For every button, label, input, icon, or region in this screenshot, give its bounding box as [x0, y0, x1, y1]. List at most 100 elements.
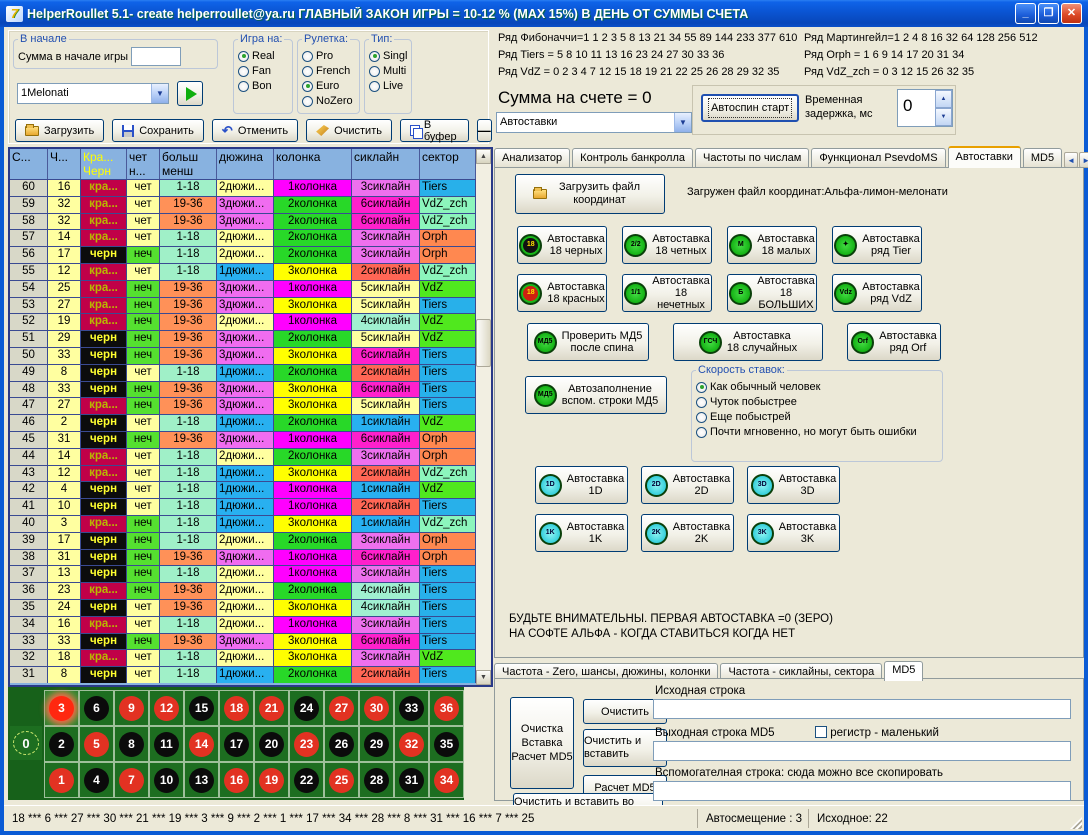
bet-button-3D[interactable]: 3DАвтоставка3D [747, 466, 840, 504]
roulette-cell-29[interactable]: 29 [360, 727, 393, 761]
table-row[interactable]: 5327кра...неч19-363дюжи...3колонка5сикла… [10, 297, 476, 314]
roulette-cell-32[interactable]: 32 [395, 727, 428, 761]
roulette-cell-4[interactable]: 4 [80, 763, 113, 797]
main-tab-Частоты по числам[interactable]: Частоты по числам [695, 148, 809, 168]
roulette-cell-15[interactable]: 15 [185, 691, 218, 725]
load-coords-button[interactable]: Загрузить файл координат [515, 174, 665, 214]
table-row[interactable]: 5617черннеч1-182дюжи...2колонка3сиклайнO… [10, 246, 476, 263]
roulette-cell-24[interactable]: 24 [290, 691, 323, 725]
table-row[interactable]: 6016кра...чет1-182дюжи...1колонка3сиклай… [10, 179, 476, 196]
table-row[interactable]: 3218кра...чет1-182дюжи...3колонка3сиклай… [10, 649, 476, 666]
roulette-cell-3[interactable]: 3 [45, 691, 78, 725]
bet-button-2D[interactable]: 2DАвтоставка2D [641, 466, 734, 504]
radio-group-0-option-Bon[interactable]: Bon [238, 80, 288, 92]
Сохранить-button[interactable]: Сохранить [112, 119, 204, 142]
roulette-cell-35[interactable]: 35 [430, 727, 463, 761]
column-header[interactable]: большменш [160, 149, 217, 179]
radio-group-1-option-Pro[interactable]: Pro [302, 50, 355, 62]
column-header[interactable]: колонка [274, 149, 352, 179]
radio-icon[interactable] [302, 66, 313, 77]
radio-group-1-option-French[interactable]: French [302, 65, 355, 77]
bet-button-вспом-строки-МД5[interactable]: МД5Автозаполнениевспом. строки МД5 [525, 376, 667, 414]
column-header[interactable]: сиклайн [352, 149, 420, 179]
bet-button-2K[interactable]: 2KАвтоставка2K [641, 514, 734, 552]
roulette-cell-34[interactable]: 34 [430, 763, 463, 797]
bottom-tab-MD5[interactable]: MD5 [884, 661, 923, 681]
bets-combo[interactable]: Автоставки ▼ [496, 112, 692, 133]
aux-string-input[interactable] [653, 781, 1071, 801]
roulette-cell-18[interactable]: 18 [220, 691, 253, 725]
table-row[interactable]: 3917черннеч1-182дюжи...2колонка3сиклайнO… [10, 532, 476, 549]
table-row[interactable]: 3831черннеч19-363дюжи...1колонка6сиклайн… [10, 549, 476, 566]
table-row[interactable]: 5129черннеч19-363дюжи...2колонка5сиклайн… [10, 330, 476, 347]
table-row[interactable]: 3333черннеч19-363дюжи...3колонка6сиклайн… [10, 633, 476, 650]
table-row[interactable]: 5832кра...чет19-363дюжи...2колонка6сикла… [10, 213, 476, 230]
column-header[interactable]: четн... [127, 149, 160, 179]
bet-button-ряд-VdZ[interactable]: VdzАвтоставкаряд VdZ [832, 274, 922, 312]
table-row[interactable]: 3524чернчет19-362дюжи...3колонка4сиклайн… [10, 599, 476, 616]
radio-icon[interactable] [238, 66, 249, 77]
table-row[interactable]: 498чернчет1-181дюжи...2колонка2сиклайнTi… [10, 364, 476, 381]
radio-icon[interactable] [369, 66, 380, 77]
tab-scroll-left-icon[interactable]: ◄ [1064, 152, 1078, 168]
radio-icon[interactable] [369, 51, 380, 62]
main-tab-Анализатор[interactable]: Анализатор [494, 148, 570, 168]
resize-grip[interactable] [1070, 817, 1082, 829]
radio-group-0-option-Real[interactable]: Real [238, 50, 288, 62]
case-checkbox[interactable] [815, 726, 827, 738]
radio-icon[interactable] [238, 81, 249, 92]
roulette-cell-28[interactable]: 28 [360, 763, 393, 797]
roulette-cell-33[interactable]: 33 [395, 691, 428, 725]
bet-button-1D[interactable]: 1DАвтоставка1D [535, 466, 628, 504]
delay-spinner[interactable]: 0 ▲ ▼ [897, 89, 953, 127]
bet-button-1K[interactable]: 1KАвтоставка1K [535, 514, 628, 552]
roulette-cell-20[interactable]: 20 [255, 727, 288, 761]
bet-button-3K[interactable]: 3KАвтоставка3K [747, 514, 840, 552]
main-tab-Функционал PsevdoMS[interactable]: Функционал PsevdoMS [811, 148, 945, 168]
minus-button[interactable]: — [477, 119, 492, 142]
play-button[interactable] [177, 81, 203, 106]
radio-icon[interactable] [238, 51, 249, 62]
start-sum-input[interactable] [131, 47, 181, 66]
roulette-cell-23[interactable]: 23 [290, 727, 323, 761]
chevron-down-icon[interactable]: ▼ [674, 113, 691, 132]
roulette-cell-11[interactable]: 11 [150, 727, 183, 761]
bet-speed-option-Почти мгновенно, но могут быть ошибки[interactable]: Почти мгновенно, но могут быть ошибки [696, 426, 938, 438]
roulette-cell-26[interactable]: 26 [325, 727, 358, 761]
roulette-cell-7[interactable]: 7 [115, 763, 148, 797]
main-tab-MD5[interactable]: MD5 [1023, 148, 1062, 168]
table-row[interactable]: 3713черннеч1-182дюжи...1колонка3сиклайнT… [10, 565, 476, 582]
radio-group-2-option-Live[interactable]: Live [369, 80, 407, 92]
radio-icon[interactable] [696, 412, 707, 423]
Отменить-button[interactable]: ↶Отменить [212, 119, 298, 142]
bet-button-18-черных[interactable]: 18Автоставка18 черных [517, 226, 607, 264]
bet-speed-option-Как обычный человек[interactable]: Как обычный человек [696, 381, 938, 393]
table-row[interactable]: 403кра...неч1-181дюжи...3колонка1сиклайн… [10, 515, 476, 532]
bet-speed-option-Еще побыстрей[interactable]: Еще побыстрей [696, 411, 938, 423]
profile-combo[interactable]: 1Melonati ▼ [17, 83, 169, 104]
radio-icon[interactable] [696, 382, 707, 393]
roulette-cell-8[interactable]: 8 [115, 727, 148, 761]
Загрузить-button[interactable]: Загрузить [15, 119, 104, 142]
roulette-cell-36[interactable]: 36 [430, 691, 463, 725]
spinner-up-icon[interactable]: ▲ [935, 90, 952, 108]
roulette-cell-31[interactable]: 31 [395, 763, 428, 797]
radio-icon[interactable] [696, 427, 707, 438]
column-header[interactable]: сектор [420, 149, 476, 179]
bet-button-18-малых[interactable]: МАвтоставка18 малых [727, 226, 817, 264]
main-tab-Автоставки[interactable]: Автоставки [948, 146, 1021, 168]
titlebar[interactable]: 7 HelperRoullet 5.1- create helperroulle… [0, 0, 1088, 27]
radio-group-0-option-Fan[interactable]: Fan [238, 65, 288, 77]
roulette-cell-6[interactable]: 6 [80, 691, 113, 725]
bet-button-18-четных[interactable]: 2/2Автоставка18 четных [622, 226, 712, 264]
column-header[interactable]: С... [10, 149, 48, 179]
radio-icon[interactable] [369, 81, 380, 92]
roulette-cell-17[interactable]: 17 [220, 727, 253, 761]
roulette-cell-21[interactable]: 21 [255, 691, 288, 725]
minimize-button[interactable]: _ [1015, 3, 1036, 24]
table-row[interactable]: 3416кра...чет1-182дюжи...1колонка3сиклай… [10, 616, 476, 633]
radio-group-2-option-Singl[interactable]: Singl [369, 50, 407, 62]
table-scrollbar[interactable]: ▲ ▼ [476, 149, 491, 685]
roulette-cell-30[interactable]: 30 [360, 691, 393, 725]
radio-group-1-option-Euro[interactable]: Euro [302, 80, 355, 92]
